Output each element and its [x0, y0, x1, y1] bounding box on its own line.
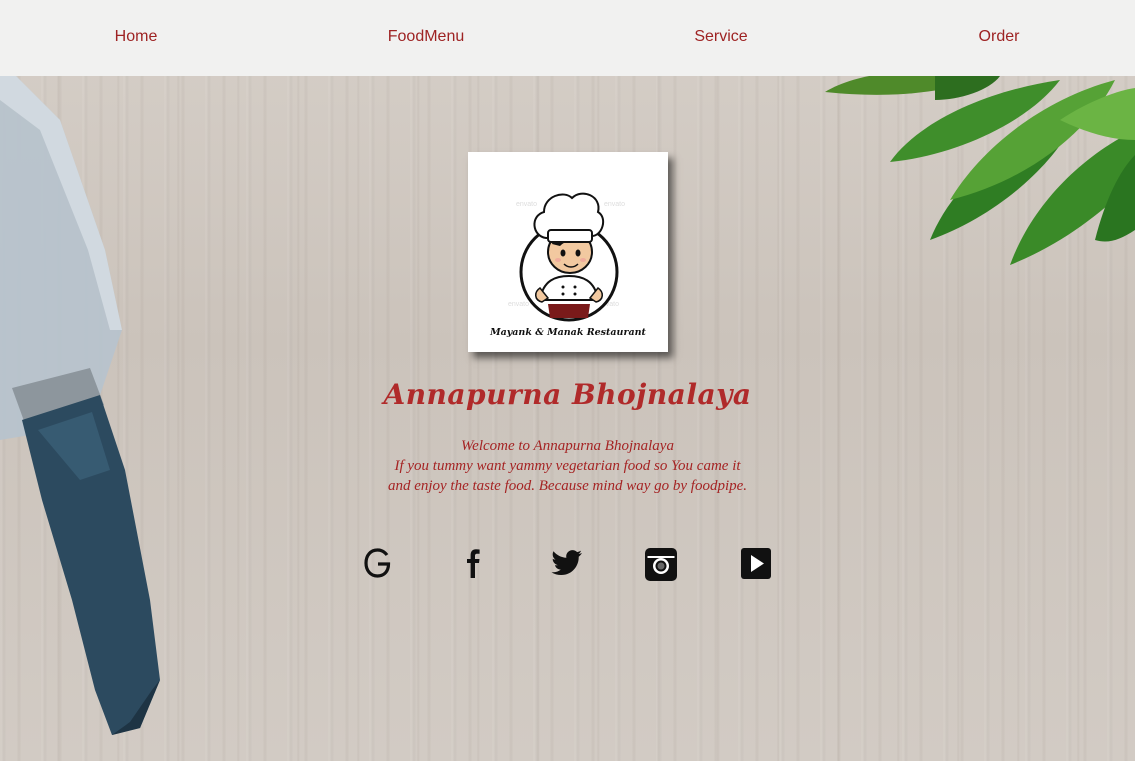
- google-icon[interactable]: [360, 544, 396, 582]
- nav-order-link[interactable]: Order: [979, 28, 1020, 46]
- restaurant-logo: envato envato envato envato Mayank & Man…: [468, 152, 668, 352]
- nav-foodmenu-link[interactable]: FoodMenu: [388, 28, 465, 46]
- nav-service-link[interactable]: Service: [694, 28, 747, 46]
- restaurant-title: Annapurna Bhojnalaya: [383, 378, 752, 411]
- logo-watermark: envato: [604, 201, 625, 208]
- instagram-icon[interactable]: [643, 544, 679, 582]
- twitter-icon[interactable]: [550, 544, 586, 582]
- logo-caption: Mayank & Manak Restaurant: [489, 327, 646, 338]
- tagline-line: If you tummy want yammy vegetarian food …: [394, 458, 741, 474]
- tagline-line: Welcome to Annapurna Bhojnalaya: [461, 438, 674, 454]
- logo-watermark: envato: [508, 301, 529, 308]
- chef-mascot-icon: [519, 192, 619, 322]
- leaves-illustration: [825, 70, 1135, 265]
- tagline-line: and enjoy the taste food. Because mind w…: [387, 478, 748, 494]
- top-nav: Home FoodMenu Service Order: [0, 0, 1135, 76]
- youtube-icon[interactable]: [738, 544, 774, 582]
- facebook-icon[interactable]: [455, 544, 491, 582]
- logo-watermark: envato: [516, 201, 537, 208]
- welcome-tagline: Welcome to Annapurna Bhojnalaya If you t…: [0, 436, 1135, 496]
- nav-home-link[interactable]: Home: [115, 28, 158, 46]
